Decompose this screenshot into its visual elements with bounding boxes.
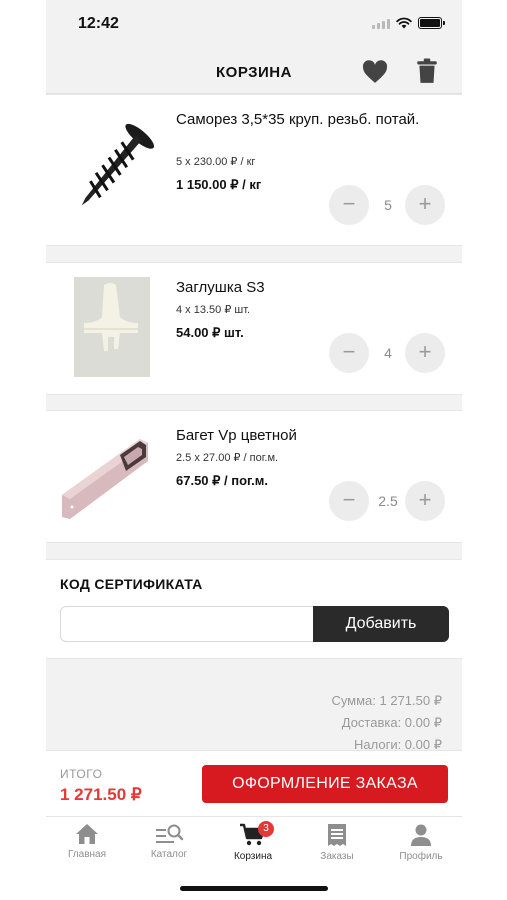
place-order-button[interactable]: ОФОРМЛЕНИЕ ЗАКАЗА (202, 765, 448, 803)
tab-label: Корзина (233, 851, 273, 862)
quantity-decrease-button[interactable]: − (329, 333, 369, 373)
profile-icon (411, 824, 431, 846)
phone-screen: 12:42 КОРЗИНА Саморез 3,5*35 круп. резьб… (46, 0, 462, 900)
cart-badge: 3 (258, 821, 274, 837)
cart-item: Багет Vp цветной 2.5 x 27.00 ₽ / пог.м. … (46, 410, 462, 543)
tab-orders[interactable]: Заказы (302, 823, 372, 862)
status-bar: 12:42 (46, 0, 462, 50)
product-total: 54.00 ₽ шт. (176, 325, 244, 340)
tab-label: Заказы (320, 851, 354, 862)
product-unit-price: 4 x 13.50 ₽ шт. (176, 304, 251, 316)
signal-icon (372, 18, 390, 29)
tab-profile[interactable]: Профиль (386, 823, 456, 862)
quantity-increase-button[interactable]: + (405, 481, 445, 521)
cart-item: Саморез 3,5*35 круп. резьб. потай. 5 x 2… (46, 94, 462, 246)
quantity-value: 5 (384, 197, 392, 213)
product-name[interactable]: Багет Vp цветной (176, 425, 436, 446)
trash-icon[interactable] (416, 58, 438, 84)
navigation-header: КОРЗИНА (46, 50, 462, 94)
tab-cart[interactable]: 3 Корзина (218, 821, 288, 862)
product-name[interactable]: Саморез 3,5*35 круп. резьб. потай. (176, 109, 436, 130)
quantity-decrease-button[interactable]: − (329, 185, 369, 225)
tab-home[interactable]: Главная (52, 823, 122, 860)
battery-icon (418, 17, 445, 29)
certificate-code-input[interactable] (60, 606, 316, 642)
quantity-increase-button[interactable]: + (405, 333, 445, 373)
catalog-search-icon (156, 824, 184, 843)
wifi-icon (396, 17, 412, 29)
product-image-plug (74, 277, 150, 377)
certificate-title: КОД СЕРТИФИКАТА (60, 576, 203, 592)
total-value: 1 271.50 ₽ (60, 785, 142, 804)
add-certificate-button[interactable]: Добавить (313, 606, 449, 642)
product-total: 1 150.00 ₽ / кг (176, 177, 262, 192)
status-icons (372, 17, 445, 29)
product-unit-price: 2.5 x 27.00 ₽ / пог.м. (176, 452, 279, 464)
product-image-baguette (62, 439, 148, 519)
order-summary: Сумма: 1 271.50 ₽ Доставка: 0.00 ₽ Налог… (331, 690, 442, 756)
quantity-decrease-button[interactable]: − (329, 481, 369, 521)
quantity-value: 2.5 (378, 493, 398, 509)
tab-catalog[interactable]: Каталог (134, 823, 204, 860)
page-title: КОРЗИНА (216, 64, 292, 81)
orders-icon (328, 824, 346, 846)
quantity-value: 4 (384, 345, 392, 361)
tab-label: Главная (67, 849, 107, 860)
total-label: ИТОГО (60, 767, 103, 781)
product-image-screw (81, 123, 154, 206)
home-indicator (180, 886, 328, 891)
cart-item: Заглушка S3 4 x 13.50 ₽ шт. 54.00 ₽ шт. … (46, 262, 462, 395)
quantity-increase-button[interactable]: + (405, 185, 445, 225)
tab-label: Каталог (150, 849, 188, 860)
product-name[interactable]: Заглушка S3 (176, 277, 436, 298)
favorites-heart-icon[interactable] (362, 60, 388, 84)
product-unit-price: 5 x 230.00 ₽ / кг (176, 156, 256, 168)
summary-delivery: Доставка: 0.00 ₽ (341, 715, 442, 730)
summary-sum: Сумма: 1 271.50 ₽ (331, 693, 442, 708)
status-time: 12:42 (78, 15, 119, 32)
product-total: 67.50 ₽ / пог.м. (176, 473, 268, 488)
home-icon (76, 824, 98, 844)
checkout-bar: ИТОГО 1 271.50 ₽ ОФОРМЛЕНИЕ ЗАКАЗА (46, 750, 462, 816)
tab-label: Профиль (399, 851, 443, 862)
certificate-section: КОД СЕРТИФИКАТА Добавить (46, 559, 462, 659)
